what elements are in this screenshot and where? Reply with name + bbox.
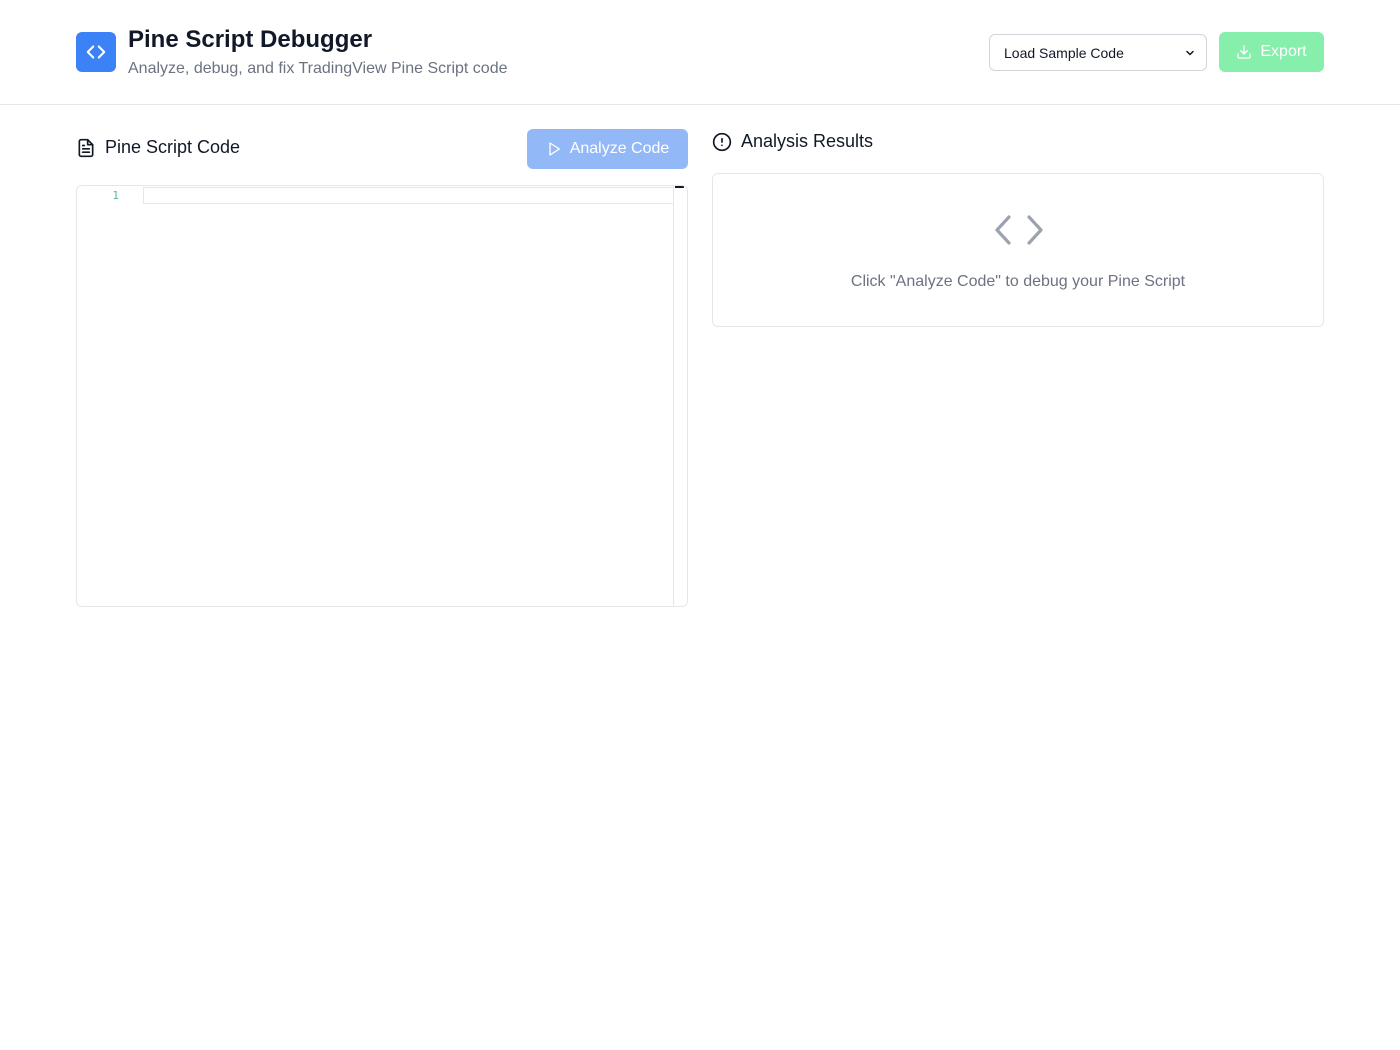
app-subtitle: Analyze, debug, and fix TradingView Pine… [128, 60, 508, 77]
analyze-code-button[interactable]: Analyze Code [527, 129, 688, 169]
download-icon [1237, 45, 1252, 59]
code-editor[interactable]: 1 [76, 185, 688, 607]
file-text-icon [78, 138, 94, 157]
export-button[interactable]: Export [1219, 32, 1324, 72]
load-sample-select[interactable]: Load Sample Code [989, 34, 1207, 71]
scrollbar-thumb[interactable] [675, 186, 684, 188]
editor-scrollbar[interactable] [673, 186, 687, 606]
load-sample-select-value: Load Sample Code [1004, 44, 1124, 61]
alert-circle-icon [712, 132, 732, 151]
chevron-down-icon [1186, 50, 1194, 55]
app-title: Pine Script Debugger [128, 26, 373, 53]
app-header: Pine Script Debugger Analyze, debug, and… [0, 0, 1400, 105]
code-line-input[interactable] [143, 187, 674, 204]
code-brackets-icon [995, 215, 1043, 245]
export-button-label: Export [1260, 43, 1307, 60]
analysis-results-panel: Click "Analyze Code" to debug your Pine … [712, 173, 1324, 327]
results-empty-message: Click "Analyze Code" to debug your Pine … [850, 273, 1186, 290]
results-section-title: Analysis Results [741, 131, 874, 151]
results-section-heading: Analysis Results [712, 131, 873, 152]
code-section-heading: Pine Script Code [76, 137, 240, 158]
code-brackets-icon [76, 32, 116, 72]
code-section-title: Pine Script Code [105, 137, 241, 157]
line-number: 1 [112, 189, 119, 202]
play-icon [549, 142, 560, 156]
analyze-code-label: Analyze Code [569, 140, 670, 157]
